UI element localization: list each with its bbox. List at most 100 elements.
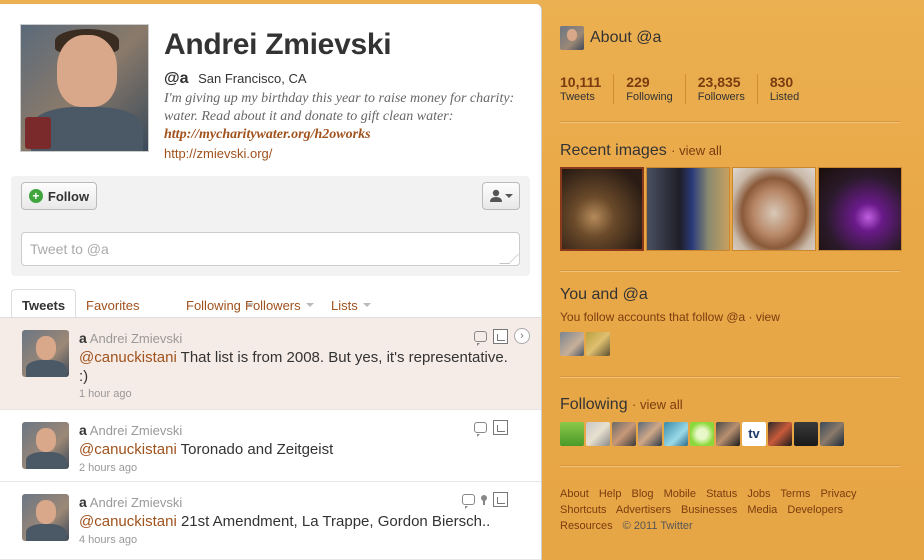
following-avatar[interactable] [586,422,610,446]
reply-icon[interactable] [474,330,487,346]
follow-label: Follow [47,188,90,204]
footer-link-resources[interactable]: Resources [560,520,613,532]
follow-button[interactable]: + Follow [21,182,97,210]
tab-label: Followers [245,297,301,313]
you-and-title: You and @a [560,286,648,303]
mini-avatar[interactable] [560,26,584,50]
profile-website[interactable]: http://zmievski.org/ [164,146,272,161]
tab-label: Lists [331,297,358,313]
media-icon[interactable] [493,492,508,507]
recent-images-header: Recent images · view all [560,142,722,159]
footer-link-help[interactable]: Help [599,488,622,500]
recent-images-grid [560,167,902,251]
following-avatar[interactable] [716,422,740,446]
stat-following[interactable]: 229 Following [613,74,684,104]
plus-icon: + [28,189,43,203]
you-follow-text: You follow accounts that follow @a · vie… [560,310,780,324]
stats-row: 10,111 Tweets 229 Following 23,835 Follo… [560,74,811,104]
chevron-down-icon [505,194,513,198]
following-avatar[interactable]: tv [742,422,766,446]
recent-images-view-all[interactable]: view all [679,143,722,158]
footer-link-status[interactable]: Status [706,488,737,500]
mutual-avatar[interactable] [560,332,584,356]
recent-image-thumbnail[interactable] [732,167,816,251]
tweet-mention[interactable]: @canuckistani [79,349,177,366]
footer-link-blog[interactable]: Blog [632,488,654,500]
tab-label: Following [186,297,241,313]
tweet-text: @canuckistani Toronado and Zeitgeist [79,440,519,459]
following-avatar[interactable] [638,422,662,446]
footer-link-advertisers[interactable]: Advertisers [616,504,671,516]
tweet-author-name[interactable]: Andrei Zmievski [90,423,182,438]
footer-link-jobs[interactable]: Jobs [747,488,770,500]
tweet-handle[interactable]: a [79,422,87,438]
footer-links: About Help Blog Mobile Status Jobs Terms… [560,486,870,534]
tweet-mention[interactable]: @canuckistani [79,441,177,458]
profile-location: San Francisco, CA [198,71,307,86]
following-avatar[interactable] [820,422,844,446]
mutual-avatar[interactable] [586,332,610,356]
reply-icon[interactable] [462,494,475,509]
stat-label: Listed [769,91,800,103]
tweet-avatar[interactable] [22,330,69,377]
recent-image-thumbnail[interactable] [560,167,644,251]
stat-number: 229 [626,74,650,90]
user-actions-dropdown[interactable] [482,182,520,210]
following-view-all[interactable]: view all [640,397,683,412]
tweet-item[interactable]: a Andrei Zmievski @canuckistani That list… [0,318,541,410]
following-avatar[interactable] [768,422,792,446]
following-header: Following · view all [560,396,683,413]
footer-link-terms[interactable]: Terms [780,488,810,500]
tweet-timestamp[interactable]: 4 hours ago [79,534,137,546]
chevron-down-icon [305,303,314,307]
tweet-author-name[interactable]: Andrei Zmievski [90,495,182,510]
divider [560,270,900,272]
tweet-text: @canuckistani 21st Amendment, La Trappe,… [79,512,519,531]
stat-listed[interactable]: 830 Listed [756,74,811,104]
footer-link-privacy[interactable]: Privacy [820,488,856,500]
person-icon [490,189,502,202]
tweet-avatar[interactable] [22,494,69,541]
mutual-follow-avatars [560,332,610,356]
you-follow-view-link[interactable]: view [756,310,780,324]
media-icon[interactable] [493,420,508,435]
stat-label: Following [626,91,673,103]
tweet-handle[interactable]: a [79,330,87,346]
following-avatars: tv [560,422,844,446]
tweet-body: 21st Amendment, La Trappe, Gordon Biersc… [176,513,491,530]
expand-arrow-icon[interactable]: › [514,328,530,344]
tweet-to-input[interactable] [21,232,520,266]
copyright: © 2011 Twitter [622,520,693,532]
footer-link-mobile[interactable]: Mobile [664,488,696,500]
tweet-item[interactable]: a Andrei Zmievski @canuckistani 21st Amen… [0,482,541,560]
stat-tweets[interactable]: 10,111 Tweets [560,74,613,104]
tweet-timestamp[interactable]: 1 hour ago [79,388,132,400]
tweet-author-name[interactable]: Andrei Zmievski [90,331,182,346]
footer-link-about[interactable]: About [560,488,589,500]
media-icon[interactable] [493,328,508,344]
tweet-item[interactable]: a Andrei Zmievski @canuckistani Toronado … [0,410,541,482]
recent-image-thumbnail[interactable] [818,167,902,251]
tweet-mention[interactable]: @canuckistani [79,513,177,530]
tweet-header: a Andrei Zmievski [79,422,182,438]
footer-link-businesses[interactable]: Businesses [681,504,737,516]
location-pin-icon[interactable] [481,494,487,505]
following-avatar[interactable] [560,422,584,446]
tweet-avatar[interactable] [22,422,69,469]
tweet-timestamp[interactable]: 2 hours ago [79,462,137,474]
reply-icon[interactable] [474,422,487,437]
tab-label: Tweets [22,298,66,313]
recent-images-title: Recent images [560,142,667,159]
recent-image-thumbnail[interactable] [646,167,730,251]
following-avatar[interactable] [794,422,818,446]
footer-link-media[interactable]: Media [747,504,777,516]
profile-avatar[interactable] [20,24,149,152]
tweet-handle[interactable]: a [79,494,87,510]
footer-link-shortcuts[interactable]: Shortcuts [560,504,606,516]
stat-followers[interactable]: 23,835 Followers [684,74,757,104]
bio-link[interactable]: http://mycharitywater.org/h2oworks [164,127,371,142]
footer-link-developers[interactable]: Developers [787,504,843,516]
following-avatar[interactable] [612,422,636,446]
following-avatar[interactable] [690,422,714,446]
following-avatar[interactable] [664,422,688,446]
